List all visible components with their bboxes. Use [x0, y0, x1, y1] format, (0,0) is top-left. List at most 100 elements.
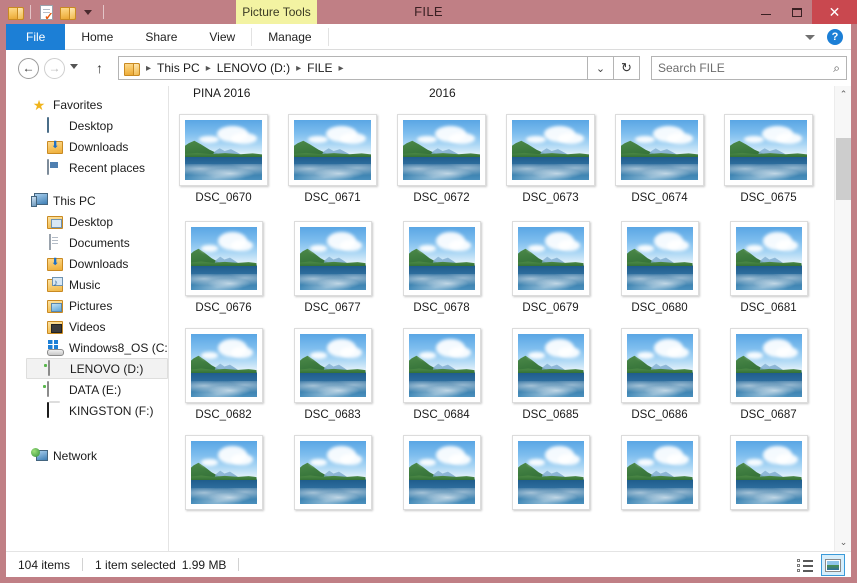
file-tile[interactable] [714, 425, 823, 532]
file-tile[interactable]: DSC_0670 [169, 104, 278, 211]
refresh-icon[interactable]: ↻ [614, 56, 640, 80]
navigation-pane[interactable]: ★ Favorites Desktop Downloads Recent pla… [6, 86, 169, 551]
file-tile[interactable]: DSC_0676 [169, 211, 278, 318]
file-tile[interactable] [496, 425, 605, 532]
scrollbar-thumb[interactable] [836, 138, 851, 200]
file-tile[interactable]: DSC_0679 [496, 211, 605, 318]
sidebar-item-favorites[interactable]: ★ Favorites [6, 94, 168, 115]
file-tile[interactable]: DSC_0671 [278, 104, 387, 211]
selection-size: 1.99 MB [181, 557, 227, 572]
main-area: ★ Favorites Desktop Downloads Recent pla… [6, 86, 851, 551]
file-tile[interactable]: DSC_0672 [387, 104, 496, 211]
file-tile[interactable] [387, 425, 496, 532]
file-tile[interactable]: DSC_0683 [278, 318, 387, 425]
sidebar-item-kingston-f[interactable]: KINGSTON (F:) [6, 400, 168, 421]
file-tile[interactable] [169, 425, 278, 532]
help-icon[interactable]: ? [827, 29, 843, 45]
thumbnail [184, 328, 263, 403]
thumbnail [615, 114, 704, 186]
sidebar-item-windows8-os-c[interactable]: Windows8_OS (C:) [6, 337, 168, 358]
breadcrumb-this-pc[interactable]: This PC [155, 61, 202, 75]
recent-locations-icon[interactable] [70, 64, 78, 69]
thumbnail [179, 114, 268, 186]
thumbnail [729, 221, 808, 296]
file-tile[interactable]: DSC_0682 [169, 318, 278, 425]
file-tile[interactable] [278, 425, 387, 532]
sidebar-item-downloads[interactable]: Downloads [6, 253, 168, 274]
sidebar-item-documents[interactable]: Documents [6, 232, 168, 253]
sidebar-item-network[interactable]: Network [6, 445, 168, 466]
selection-status: 1 item selected [95, 557, 176, 572]
forward-button[interactable]: → [44, 58, 65, 79]
breadcrumb-sep-3: ▸ [338, 62, 344, 74]
customize-qat-icon[interactable] [79, 3, 97, 21]
address-breadcrumb-bar[interactable]: ▸ This PC ▸ LENOVO (D:) ▸ FILE ▸ [118, 56, 588, 80]
details-view-button[interactable] [793, 554, 817, 576]
maximize-button[interactable] [781, 0, 812, 24]
tab-file[interactable]: File [6, 24, 66, 50]
back-button[interactable]: ← [18, 58, 39, 79]
drive-icon [48, 359, 64, 377]
file-tile[interactable]: DSC_0685 [496, 318, 605, 425]
file-tile[interactable] [605, 425, 714, 532]
status-left: 104 items 1 item selected 1.99 MB [6, 558, 251, 572]
thumbnail [511, 435, 590, 510]
sidebar-item-recent-places[interactable]: Recent places [6, 157, 168, 178]
sidebar-item-lenovo-d[interactable]: LENOVO (D:) [26, 358, 168, 379]
qat-divider-2 [103, 5, 104, 19]
sidebar-item-label: Windows8_OS (C:) [69, 340, 169, 355]
file-name: DSC_0674 [631, 192, 688, 204]
file-tile[interactable]: DSC_0673 [496, 104, 605, 211]
close-button[interactable]: ✕ [812, 0, 857, 24]
sidebar-item-downloads-fav[interactable]: Downloads [6, 136, 168, 157]
file-tile[interactable]: DSC_0687 [714, 318, 823, 425]
ribbon-tabs: File Home Share View Manage [6, 24, 329, 50]
grid-row: DSC_0682 DSC_0683 DSC_0684 DSC_0685 DSC_… [169, 318, 851, 425]
sidebar-item-videos[interactable]: Videos [6, 316, 168, 337]
file-tile[interactable]: DSC_0684 [387, 318, 496, 425]
file-tile[interactable]: DSC_0678 [387, 211, 496, 318]
new-folder-icon[interactable] [58, 3, 76, 21]
tab-manage[interactable]: Manage [252, 24, 327, 50]
chevron-down-icon[interactable] [805, 34, 815, 40]
recent-places-icon [47, 158, 63, 176]
quick-access-toolbar [6, 2, 107, 23]
file-tile[interactable]: DSC_0686 [605, 318, 714, 425]
clipped-row-above: PINA 2016 2016 [169, 86, 851, 104]
tab-view[interactable]: View [193, 24, 251, 50]
breadcrumb-lenovo-d[interactable]: LENOVO (D:) [215, 61, 292, 75]
status-divider [82, 558, 84, 571]
search-input[interactable]: Search FILE [658, 61, 833, 75]
address-dropdown-icon[interactable]: ⌄ [588, 56, 614, 80]
search-box[interactable]: Search FILE ⌕ [651, 56, 847, 80]
vertical-scrollbar[interactable]: ⌃ ⌄ [834, 86, 851, 551]
file-tile[interactable]: DSC_0674 [605, 104, 714, 211]
sidebar-item-this-pc[interactable]: This PC [6, 190, 168, 211]
file-tile[interactable]: DSC_0681 [714, 211, 823, 318]
large-icons-view-button[interactable] [821, 554, 845, 576]
qat-divider-1 [30, 5, 31, 19]
folder-icon[interactable] [6, 3, 24, 21]
view-toggle-group [793, 554, 845, 576]
file-tile[interactable]: DSC_0675 [714, 104, 823, 211]
thumbnail [402, 328, 481, 403]
sidebar-item-desktop[interactable]: Desktop [6, 211, 168, 232]
properties-icon[interactable] [37, 3, 55, 23]
picture-tools-contextual-tab[interactable]: Picture Tools [236, 0, 317, 24]
sidebar-item-music[interactable]: Music [6, 274, 168, 295]
sidebar-gap-2 [6, 421, 168, 433]
minimize-button[interactable] [750, 0, 781, 24]
file-list-pane[interactable]: PINA 2016 2016 DSC_0670 DSC_0671 DSC_067… [169, 86, 851, 551]
sidebar-item-data-e[interactable]: DATA (E:) [6, 379, 168, 400]
scroll-up-icon[interactable]: ⌃ [835, 86, 851, 103]
scroll-down-icon[interactable]: ⌄ [835, 534, 851, 551]
tab-home[interactable]: Home [65, 24, 129, 50]
up-button[interactable]: ↑ [96, 60, 103, 76]
sidebar-item-pictures[interactable]: Pictures [6, 295, 168, 316]
breadcrumb-file[interactable]: FILE [305, 61, 334, 75]
file-tile[interactable]: DSC_0677 [278, 211, 387, 318]
breadcrumb-sep-2: ▸ [296, 62, 302, 74]
file-tile[interactable]: DSC_0680 [605, 211, 714, 318]
tab-share[interactable]: Share [129, 24, 193, 50]
sidebar-item-desktop-fav[interactable]: Desktop [6, 115, 168, 136]
